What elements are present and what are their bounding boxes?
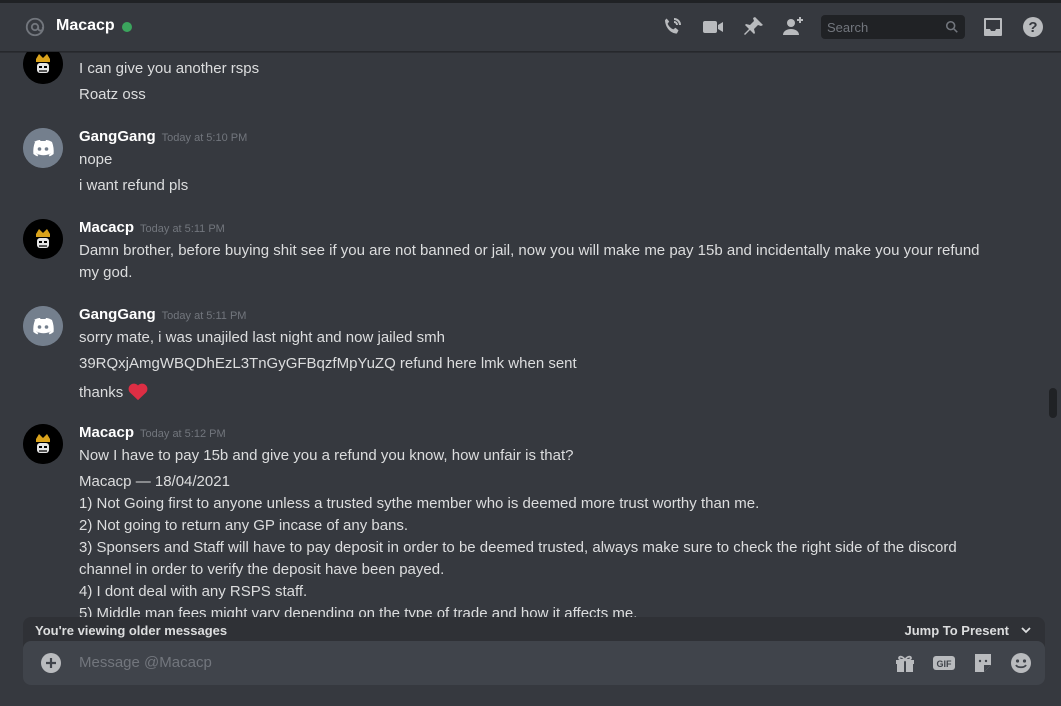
message-text: thanks <box>79 381 149 401</box>
message-timestamp: Today at 5:12 PM <box>140 428 226 440</box>
avatar[interactable] <box>23 424 63 464</box>
discord-default-avatar-icon <box>23 306 63 346</box>
message-text: 2) Not going to return any GP incase of … <box>79 517 409 534</box>
avatar[interactable] <box>23 219 63 259</box>
message-text: Damn brother, before buying shit see if … <box>79 242 980 259</box>
search-input[interactable]: Search <box>821 15 965 39</box>
message-text: 39RQxjAmgWBQDhEzL3TnGyGFBqzfMpYuZQ refun… <box>79 355 577 372</box>
discord-default-avatar-icon <box>23 128 63 168</box>
message-text: Roatz oss <box>79 86 146 103</box>
message-text: 3) Sponsers and Staff will have to pay d… <box>79 539 957 556</box>
message-text: Macacp — 18/04/2021 <box>79 473 230 490</box>
at-icon <box>25 17 45 37</box>
message-list[interactable]: I can give you another rsps Roatz oss Ga… <box>0 52 1045 618</box>
sticker-icon[interactable] <box>971 651 995 675</box>
message-text: I can give you another rsps <box>79 60 260 77</box>
heart-emoji-icon[interactable] <box>127 381 149 401</box>
older-messages-text: You're viewing older messages <box>35 623 228 638</box>
message-text: 4) I dont deal with any RSPS staff. <box>79 583 308 600</box>
online-status-indicator <box>122 22 132 32</box>
message-text: Now I have to pay 15b and give you a ref… <box>79 447 574 464</box>
message-author[interactable]: GangGang Today at 5:10 PM <box>79 128 247 145</box>
message-timestamp: Today at 5:11 PM <box>140 223 225 235</box>
message-text: channel in order to verify the deposit h… <box>79 561 445 578</box>
svg-text:?: ? <box>1028 19 1037 36</box>
avatar[interactable] <box>23 52 63 84</box>
message-text: nope <box>79 151 113 168</box>
macacp-logo-icon <box>23 52 63 84</box>
svg-text:GIF: GIF <box>937 659 953 669</box>
macacp-logo-icon <box>23 219 63 259</box>
message-author[interactable]: GangGang Today at 5:11 PM <box>79 306 246 323</box>
video-call-icon[interactable] <box>701 15 725 39</box>
jump-to-present-button[interactable]: Jump To Present <box>904 623 1009 638</box>
help-icon[interactable]: ? <box>1021 15 1045 39</box>
message-timestamp: Today at 5:11 PM <box>161 310 247 322</box>
message-text: i want refund pls <box>79 177 189 194</box>
avatar[interactable] <box>23 306 63 346</box>
search-icon <box>945 20 958 33</box>
search-placeholder: Search <box>827 20 869 35</box>
avatar[interactable] <box>23 128 63 168</box>
message-text: 1) Not Going first to anyone unless a tr… <box>79 495 760 512</box>
gif-icon[interactable]: GIF <box>932 651 956 675</box>
window-top-border <box>0 0 1061 3</box>
voice-call-icon[interactable] <box>660 15 684 39</box>
channel-title: Macacp <box>56 17 115 34</box>
pin-icon[interactable] <box>741 15 765 39</box>
message-input[interactable]: Message @Macacp <box>79 654 212 671</box>
gift-icon[interactable] <box>893 651 917 675</box>
message-text: sorry mate, i was unajiled last night an… <box>79 329 446 346</box>
message-text: my god. <box>79 264 133 281</box>
scrollbar-thumb[interactable] <box>1049 388 1057 418</box>
add-friend-icon[interactable] <box>781 15 805 39</box>
inbox-icon[interactable] <box>981 15 1005 39</box>
message-author[interactable]: Macacp Today at 5:12 PM <box>79 424 226 441</box>
chevron-down-icon[interactable] <box>1019 623 1033 637</box>
macacp-logo-icon <box>23 424 63 464</box>
emoji-icon[interactable] <box>1009 651 1033 675</box>
message-timestamp: Today at 5:10 PM <box>161 132 248 144</box>
add-attachment-icon[interactable] <box>39 651 63 675</box>
message-composer[interactable]: Message @Macacp GIF <box>23 641 1045 685</box>
channel-header: Macacp Search ? <box>0 0 1061 52</box>
message-author[interactable]: Macacp Today at 5:11 PM <box>79 219 225 236</box>
